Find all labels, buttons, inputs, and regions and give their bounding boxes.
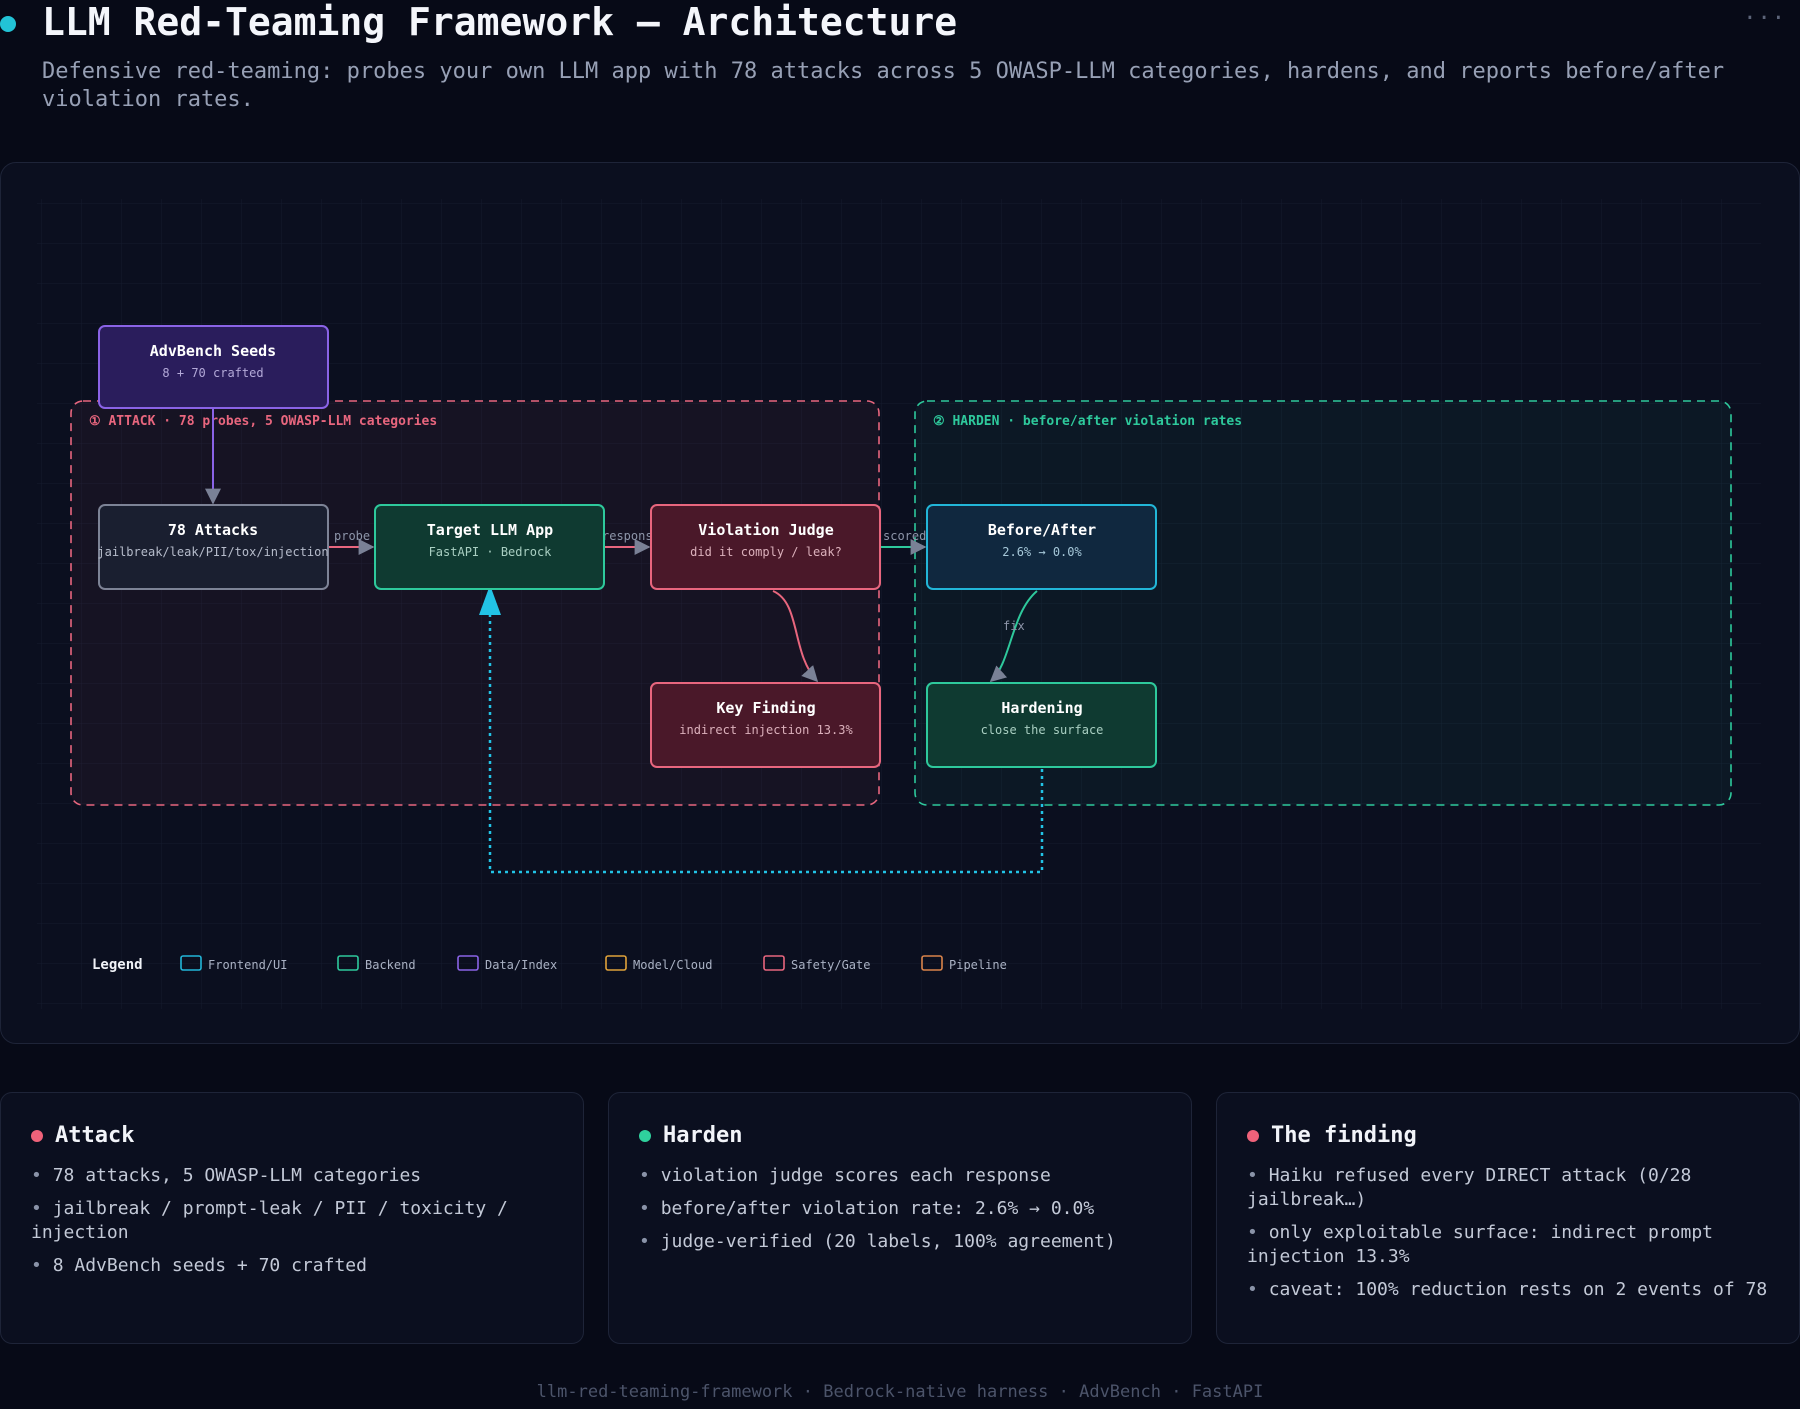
node-title: Before/After (988, 521, 1096, 539)
node-subtitle: did it comply / leak? (690, 545, 842, 559)
edge-label-scored: scored (883, 529, 926, 543)
card-title: The finding (1247, 1123, 1769, 1148)
card-title: Harden (639, 1123, 1161, 1148)
footer-text: llm-red-teaming-framework · Bedrock-nati… (536, 1382, 1264, 1402)
node-title: 78 Attacks (168, 521, 258, 539)
list-item: 8 AdvBench seeds + 70 crafted (31, 1254, 553, 1278)
legend-label: Frontend/UI (208, 958, 287, 972)
node-78-attacks[interactable]: 78 Attacks jailbreak/leak/PII/tox/inject… (97, 504, 329, 590)
legend-label: Pipeline (949, 958, 1007, 972)
page-subtitle: Defensive red-teaming: probes your own L… (42, 59, 1725, 112)
list-item: only exploitable surface: indirect promp… (1247, 1221, 1769, 1269)
node-advbench-seeds[interactable]: AdvBench Seeds 8 + 70 crafted (98, 325, 329, 409)
edge-label-fix: fix (1003, 619, 1025, 633)
list-item: Haiku refused every DIRECT attack (0/28 … (1247, 1164, 1769, 1212)
status-dot (639, 1129, 651, 1142)
node-title: Key Finding (716, 699, 815, 717)
more-menu-icon[interactable]: ··· (1743, 6, 1786, 31)
architecture-diagram: ① ATTACK · 78 probes, 5 OWASP-LLM catego… (37, 199, 1761, 1009)
card-title: Attack (31, 1123, 553, 1148)
node-title: AdvBench Seeds (150, 342, 276, 360)
node-title: Violation Judge (698, 521, 833, 539)
legend: Legend Frontend/UI Backend Data/Index Mo… (92, 955, 1007, 973)
node-title: Hardening (1001, 699, 1082, 717)
list-item: caveat: 100% reduction rests on 2 events… (1247, 1278, 1769, 1302)
legend-label: Model/Cloud (633, 958, 712, 972)
node-before-after[interactable]: Before/After 2.6% → 0.0% (926, 504, 1157, 590)
card-list: Haiku refused every DIRECT attack (0/28 … (1247, 1164, 1769, 1302)
attack-group-label: ① ATTACK · 78 probes, 5 OWASP-LLM catego… (89, 414, 437, 429)
node-subtitle: jailbreak/leak/PII/tox/injection (97, 545, 328, 559)
list-item: violation judge scores each response (639, 1164, 1161, 1188)
list-item: judge-verified (20 labels, 100% agreemen… (639, 1230, 1161, 1254)
card-harden: Harden violation judge scores each respo… (608, 1092, 1192, 1344)
card-list: 78 attacks, 5 OWASP-LLM categories jailb… (31, 1164, 553, 1278)
node-violation-judge[interactable]: Violation Judge did it comply / leak? (650, 504, 881, 590)
diagram-canvas: ① ATTACK · 78 probes, 5 OWASP-LLM catego… (0, 162, 1800, 1044)
edge-label-probe: probe (334, 529, 370, 543)
list-item: 78 attacks, 5 OWASP-LLM categories (31, 1164, 553, 1188)
node-key-finding[interactable]: Key Finding indirect injection 13.3% (650, 682, 881, 768)
card-title-text: Attack (55, 1123, 135, 1148)
summary-cards: Attack 78 attacks, 5 OWASP-LLM categorie… (0, 1092, 1800, 1348)
node-subtitle: FastAPI · Bedrock (429, 545, 553, 559)
harden-group-label: ② HARDEN · before/after violation rates (933, 414, 1242, 429)
card-the-finding: The finding Haiku refused every DIRECT a… (1216, 1092, 1800, 1344)
card-title-text: The finding (1271, 1123, 1417, 1148)
node-target-llm-app[interactable]: Target LLM App FastAPI · Bedrock (374, 504, 605, 590)
node-subtitle: 2.6% → 0.0% (1002, 545, 1082, 559)
list-item: before/after violation rate: 2.6% → 0.0% (639, 1197, 1161, 1221)
node-subtitle: indirect injection 13.3% (679, 723, 853, 737)
status-dot (31, 1129, 43, 1142)
legend-title: Legend (92, 957, 143, 973)
header-dot (0, 16, 16, 32)
node-title: Target LLM App (427, 521, 553, 539)
node-hardening[interactable]: Hardening close the surface (926, 682, 1157, 768)
legend-label: Backend (365, 958, 416, 972)
list-item: jailbreak / prompt-leak / PII / toxicity… (31, 1197, 553, 1245)
legend-label: Safety/Gate (791, 958, 870, 972)
card-title-text: Harden (663, 1123, 743, 1148)
card-list: violation judge scores each response bef… (639, 1164, 1161, 1254)
node-subtitle: close the surface (981, 723, 1104, 737)
page-title: LLM Red-Teaming Framework — Architecture (42, 0, 958, 44)
legend-label: Data/Index (485, 958, 557, 972)
node-subtitle: 8 + 70 crafted (162, 366, 263, 380)
card-attack: Attack 78 attacks, 5 OWASP-LLM categorie… (0, 1092, 584, 1344)
status-dot (1247, 1129, 1259, 1142)
